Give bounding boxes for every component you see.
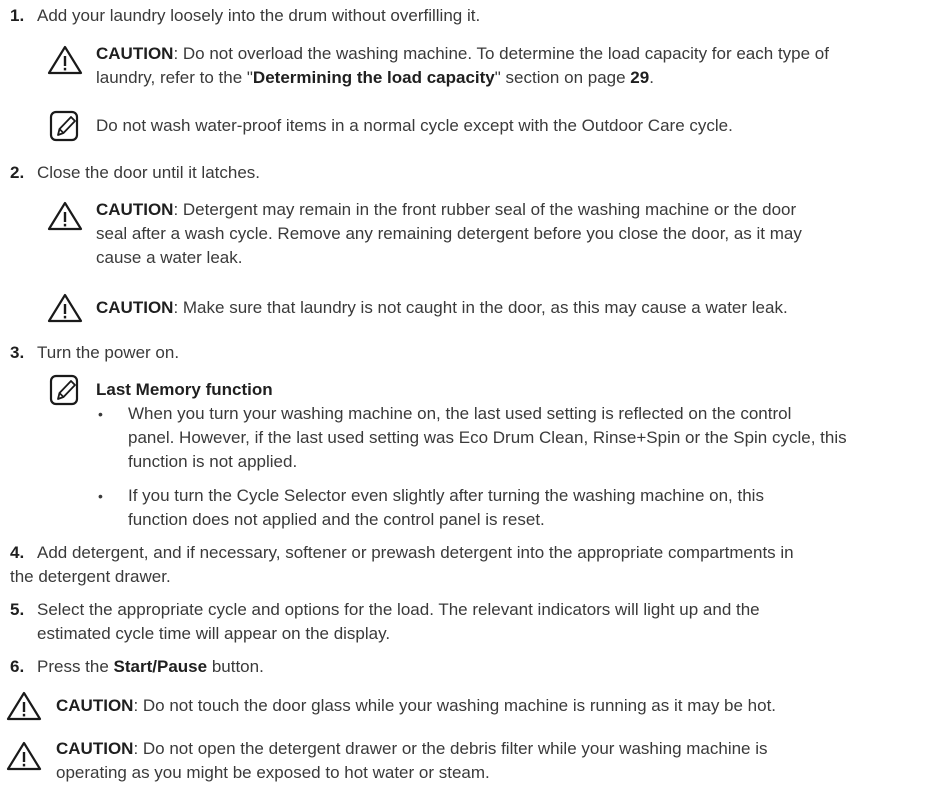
note-1-text: Do not wash water-proof items in a norma…	[96, 116, 733, 135]
note-2-bullet-1-line3: function is not applied.	[128, 452, 298, 471]
step-4-line2: the detergent drawer.	[10, 567, 171, 586]
bullet-1: •	[98, 406, 103, 422]
note-pencil-icon	[49, 374, 79, 406]
caution-2-line1: CAUTION: Detergent may remain in the fro…	[96, 200, 797, 219]
step-3-text: Turn the power on.	[37, 343, 180, 362]
warning-triangle-icon	[47, 201, 83, 231]
caution-2-line3: cause a water leak.	[96, 248, 243, 267]
step-5-line1: Select the appropriate cycle and options…	[37, 600, 760, 619]
step-3: 3.	[10, 341, 24, 365]
note-pencil-icon	[49, 110, 79, 142]
note-2-bullet-1-line1: When you turn your washing machine on, t…	[128, 404, 792, 423]
start-pause-label: Start/Pause	[113, 657, 208, 676]
section-reference: Determining the load capacity	[252, 68, 495, 87]
caution-label: CAUTION	[96, 200, 174, 219]
note-2-bullet-2-line1: If you turn the Cycle Selector even slig…	[128, 486, 764, 505]
step-1: 1.	[10, 4, 24, 28]
step-number: 5.	[10, 600, 25, 619]
caution-4-text: CAUTION: Do not touch the door glass whi…	[56, 696, 777, 715]
warning-triangle-icon	[47, 45, 83, 75]
step-2-text: Close the door until it latches.	[37, 163, 261, 182]
step-6: 6.	[10, 655, 24, 679]
page-reference: 29	[630, 68, 650, 87]
caution-5-line2: operating as you might be exposed to hot…	[56, 763, 490, 782]
caution-label: CAUTION	[96, 298, 174, 317]
caution-2-line2: seal after a wash cycle. Remove any rema…	[96, 224, 802, 243]
step-number: 4.	[10, 543, 25, 562]
caution-label: CAUTION	[56, 739, 134, 758]
warning-triangle-icon	[6, 741, 42, 771]
warning-triangle-icon	[6, 691, 42, 721]
step-number: 2.	[10, 163, 25, 182]
step-5-line2: estimated cycle time will appear on the …	[37, 624, 391, 643]
caution-label: CAUTION	[56, 696, 134, 715]
caution-5-line1: CAUTION: Do not open the detergent drawe…	[56, 739, 768, 758]
warning-triangle-icon	[47, 293, 83, 323]
note-2-bullet-2-line2: function does not applied and the contro…	[128, 510, 545, 529]
note-2-bullet-1-line2: panel. However, if the last used setting…	[128, 428, 847, 447]
step-2: 2.	[10, 161, 24, 185]
note-2-title: Last Memory function	[96, 380, 273, 399]
step-number: 1.	[10, 6, 25, 25]
caution-3-text: CAUTION: Make sure that laundry is not c…	[96, 298, 788, 317]
bullet-2: •	[98, 488, 103, 504]
caution-1-line2: laundry, refer to the "Determining the l…	[96, 68, 654, 87]
step-5: 5.	[10, 598, 24, 622]
step-1-text: Add your laundry loosely into the drum w…	[37, 6, 481, 25]
step-number: 6.	[10, 657, 25, 676]
step-4-line1: Add detergent, and if necessary, softene…	[37, 543, 794, 562]
caution-label: CAUTION	[96, 44, 174, 63]
step-6-text: Press the Start/Pause button.	[37, 657, 264, 676]
step-number: 3.	[10, 343, 25, 362]
caution-1-line1: CAUTION: Do not overload the washing mac…	[96, 44, 829, 63]
step-4: 4.	[10, 541, 24, 565]
